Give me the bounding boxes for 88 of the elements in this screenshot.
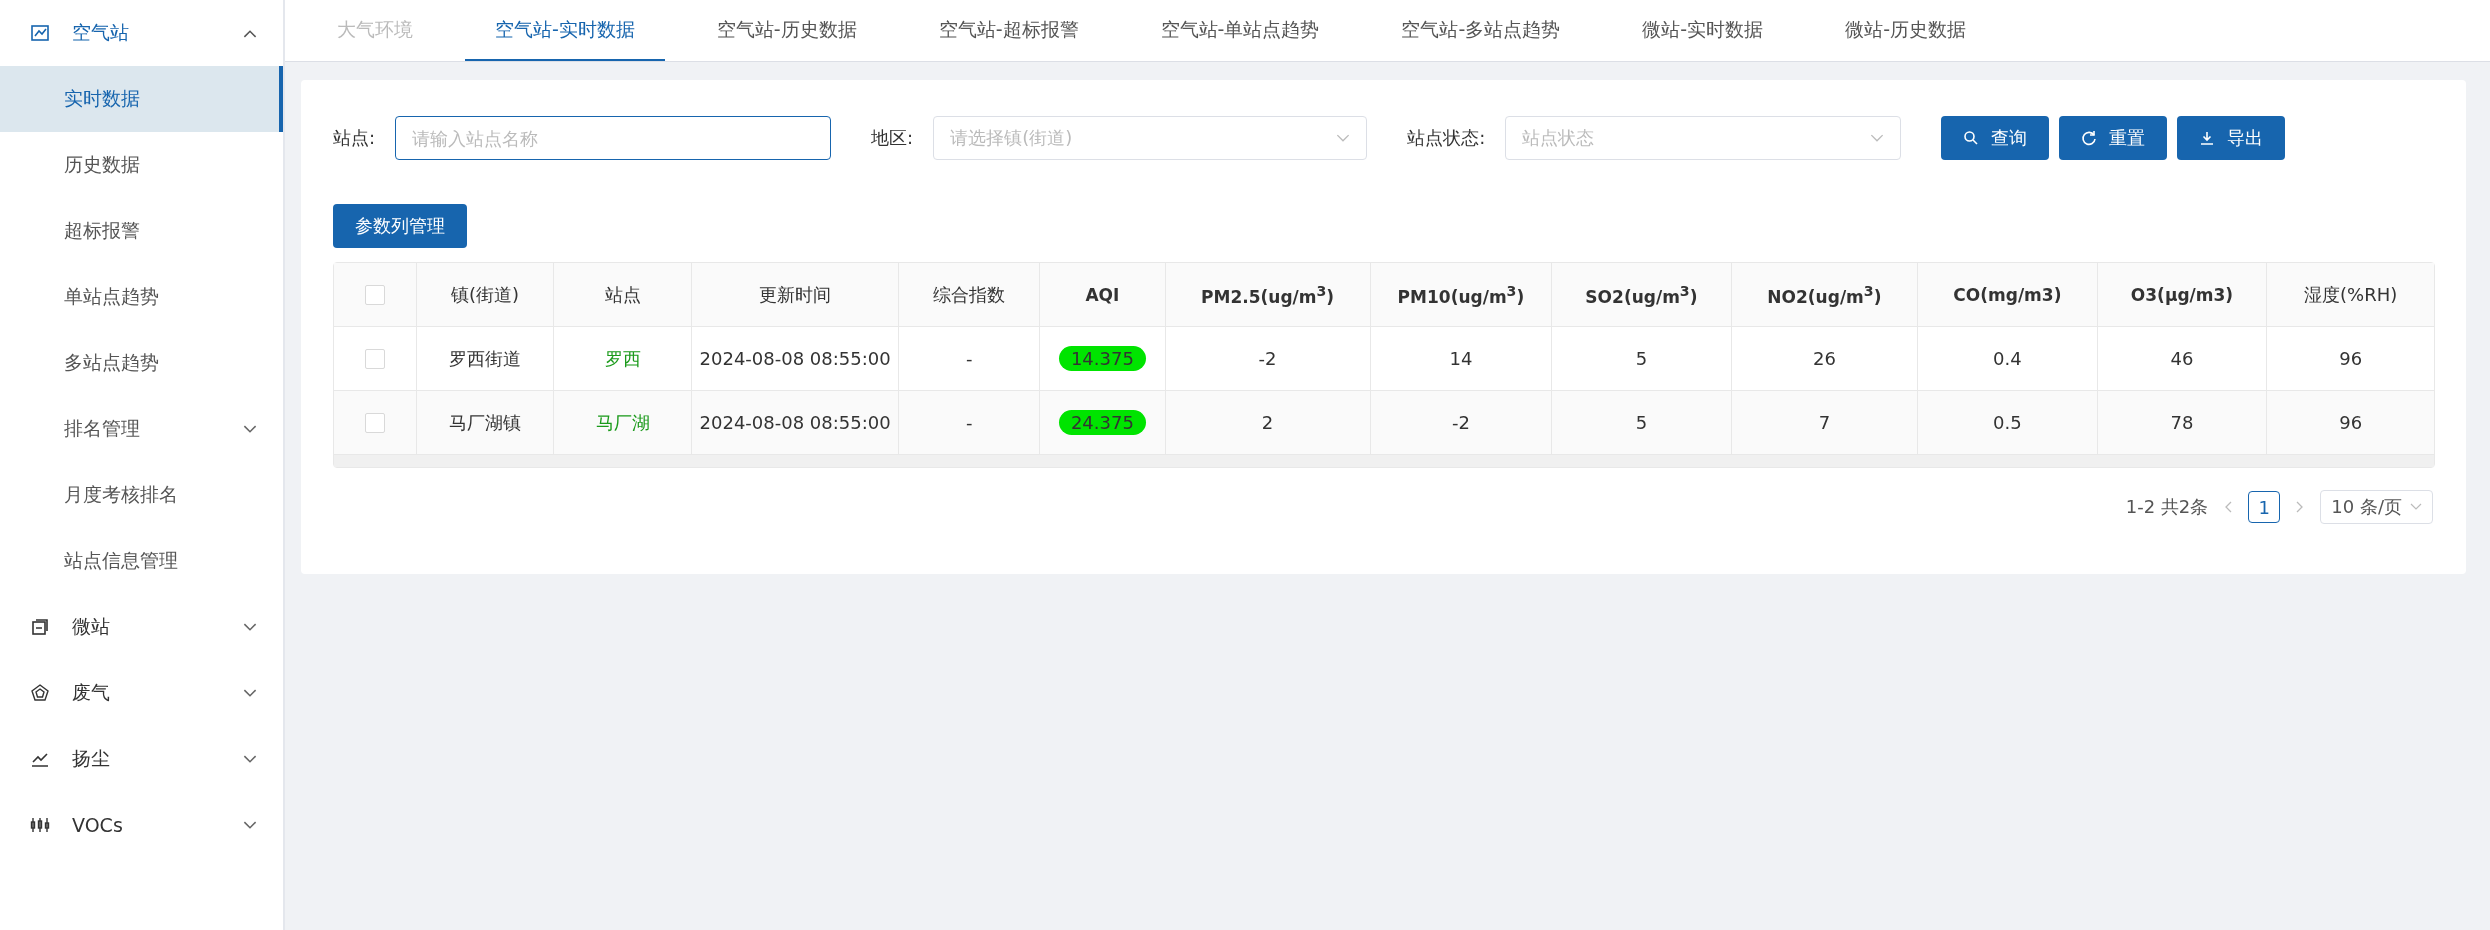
column-header: 湿度(%RH) [2304,282,2398,307]
table-cell: 2024-08-08 08:55:00 [699,412,891,433]
table-cell: 96 [2339,348,2363,369]
table-cell: - [965,348,973,369]
pagination-summary: 1-2 共2条 [2125,495,2209,519]
checkbox[interactable] [364,412,385,433]
sidebar-item[interactable]: 实时数据 [0,66,283,132]
field-label: 站点状态: [1407,126,1486,150]
sidebar-group[interactable]: 废气 [0,660,283,726]
page-button[interactable]: 1 [2248,491,2281,523]
table-cell: -2 [1451,412,1470,433]
chevron-down-icon [243,688,257,698]
column-header: NO2(ug/m$^{3}$) [1767,282,1882,307]
chevron-down-icon [243,754,257,764]
column-header: 更新时间 [759,282,832,307]
table-cell: - [965,412,973,433]
sidebar-group[interactable]: VOCs [0,792,283,858]
table-cell: 2 [1261,412,1274,433]
table-cell: 5 [1635,412,1648,433]
aqi-badge: 14.375 [1058,346,1146,371]
checkbox[interactable] [364,284,385,305]
chevron-down-icon [243,424,257,434]
tab[interactable]: 空气站-实时数据 [465,0,665,61]
chevron-down-icon [1870,133,1885,143]
search-input-field[interactable]: 请输入站点名称 [395,116,832,160]
column-header: SO2(ug/m$^{3}$) [1585,282,1698,307]
pentagon-icon [30,683,50,703]
sidebar-item[interactable]: 站点信息管理 [0,528,283,594]
chevron-left-icon[interactable] [2224,501,2233,513]
table-cell: 0.4 [1993,348,2022,369]
table-cell: 7 [1818,412,1831,433]
table-cell: 马厂湖镇 [448,410,521,435]
tab[interactable]: 空气站-历史数据 [686,0,887,61]
tab[interactable]: 微站-实时数据 [1612,0,1794,61]
sidebar-item[interactable]: 排名管理 [0,396,283,462]
table-cell: -2 [1258,348,1277,369]
reset-button[interactable]: 重置 [2059,116,2168,160]
checkbox[interactable] [364,348,385,369]
column-header: PM2.5(ug/m$^{3}$) [1201,282,1335,307]
sidebar-item[interactable]: 月度考核排名 [0,462,283,528]
chevron-down-icon [2410,503,2422,511]
page-size-dropdown[interactable]: 10 条/页 [2320,490,2433,524]
column-header: 站点 [604,282,641,307]
table-cell: 罗西街道 [448,346,521,371]
field-label: 地区: [871,126,914,150]
table-cell: 78 [2170,412,2194,433]
refresh-icon [2081,130,2098,146]
candlestick-icon [30,815,50,835]
column-header: AQI [1085,284,1120,305]
table-cell: 罗西 [604,346,641,371]
sidebar-group[interactable]: 微站 [0,594,283,660]
chevron-right-icon[interactable] [2296,501,2305,513]
table-cell: 46 [2170,348,2194,369]
table-cell: 96 [2339,412,2363,433]
sidebar-item[interactable]: 超标报警 [0,198,283,264]
column-header: O3(μg/m3) [2130,284,2234,305]
sidebar-item[interactable]: 单站点趋势 [0,264,283,330]
table-cell: 2024-08-08 08:55:00 [699,348,891,369]
table-cell: 5 [1635,348,1648,369]
search-icon [1963,130,1980,146]
table-cell: 14 [1449,348,1473,369]
sidebar-item[interactable]: 历史数据 [0,132,283,198]
tab[interactable]: 微站-历史数据 [1815,0,1996,61]
table-cell: 马厂湖 [595,410,650,435]
sidebar-group[interactable]: 扬尘 [0,726,283,792]
column-settings-button[interactable]: 参数列管理 [333,204,467,248]
column-header: 镇(街道) [450,282,519,307]
export-button[interactable]: 导出 [2177,116,2286,160]
search-button[interactable]: 查询 [1941,116,2050,160]
download-icon [2199,130,2216,146]
chevron-up-icon [243,28,257,38]
chevron-down-icon [243,622,257,632]
sidebar-group[interactable]: 空气站 [0,0,283,66]
tab[interactable]: 空气站-多站点趋势 [1371,0,1591,61]
table-cell: 26 [1812,348,1836,369]
chevron-down-icon [1336,133,1351,143]
column-header: CO(mg/m3) [1953,284,2062,305]
column-header: PM10(ug/m$^{3}$) [1397,282,1525,307]
tab[interactable]: 空气站-超标报警 [908,0,1109,61]
window-icon [30,617,50,637]
chevron-down-icon [243,820,257,830]
tab[interactable]: 空气站-单站点趋势 [1130,0,1350,61]
table-cell: 0.5 [1993,412,2022,433]
aqi-badge: 24.375 [1058,410,1146,435]
field-label: 站点: [333,126,376,150]
line-chart-icon [30,23,50,43]
sidebar-item[interactable]: 多站点趋势 [0,330,283,396]
column-header: 综合指数 [933,282,1006,307]
